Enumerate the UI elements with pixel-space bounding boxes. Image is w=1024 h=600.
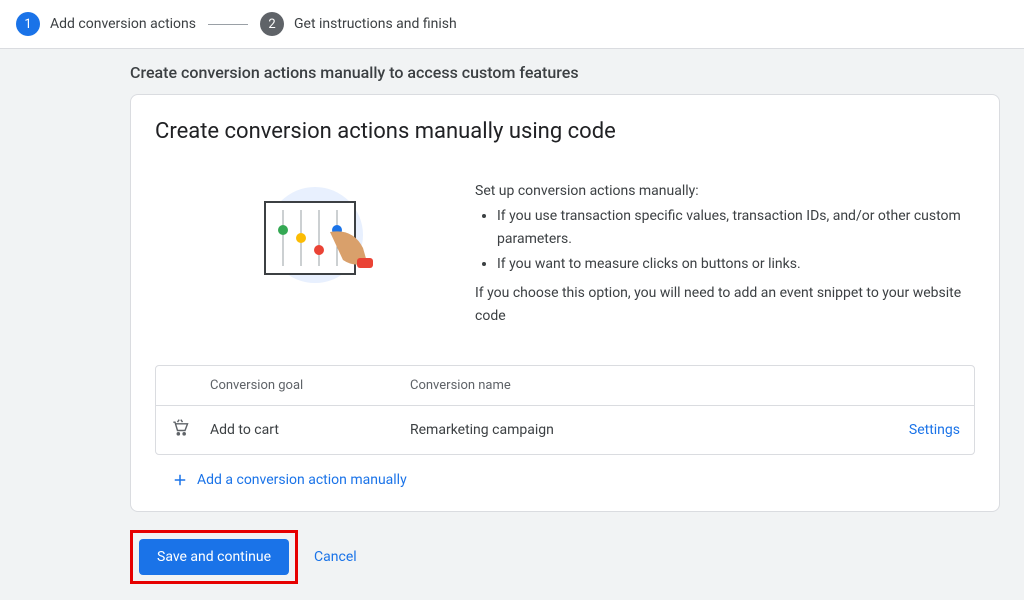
card-title: Create conversion actions manually using… <box>155 119 975 144</box>
col-goal: Conversion goal <box>210 378 410 393</box>
cell-name: Remarketing campaign <box>410 422 860 438</box>
step-1-label: Add conversion actions <box>50 16 196 32</box>
bullet-2: If you want to measure clicks on buttons… <box>497 253 975 276</box>
table-row: Add to cart Remarketing campaign Setting… <box>156 406 974 454</box>
step-1[interactable]: 1 Add conversion actions <box>16 12 196 36</box>
step-2-circle: 2 <box>260 12 284 36</box>
conversion-table: Conversion goal Conversion name Add to c… <box>155 365 975 455</box>
main-card: Create conversion actions manually using… <box>130 94 1000 512</box>
cancel-link[interactable]: Cancel <box>314 549 357 565</box>
highlight-box: Save and continue <box>130 530 298 584</box>
step-1-circle: 1 <box>16 12 40 36</box>
settings-link[interactable]: Settings <box>860 422 960 438</box>
add-action-label: Add a conversion action manually <box>197 472 407 488</box>
illustration <box>235 180 415 329</box>
intro-text: Set up conversion actions manually: <box>475 180 975 203</box>
add-conversion-action[interactable]: Add a conversion action manually <box>155 471 975 489</box>
save-and-continue-button[interactable]: Save and continue <box>139 539 289 575</box>
plus-icon <box>171 471 189 489</box>
step-2[interactable]: 2 Get instructions and finish <box>260 12 457 36</box>
stepper: 1 Add conversion actions 2 Get instructi… <box>0 0 1024 49</box>
col-name: Conversion name <box>410 378 860 393</box>
cart-icon <box>170 418 210 442</box>
page-subtitle: Create conversion actions manually to ac… <box>0 49 1024 94</box>
step-connector <box>208 24 248 25</box>
step-2-label: Get instructions and finish <box>294 16 457 32</box>
bullet-1: If you use transaction specific values, … <box>497 205 975 251</box>
note-text: If you choose this option, you will need… <box>475 282 975 328</box>
description: Set up conversion actions manually: If y… <box>475 180 975 329</box>
cell-goal: Add to cart <box>210 422 410 438</box>
footer-actions: Save and continue Cancel <box>0 512 1024 584</box>
table-header: Conversion goal Conversion name <box>156 366 974 406</box>
